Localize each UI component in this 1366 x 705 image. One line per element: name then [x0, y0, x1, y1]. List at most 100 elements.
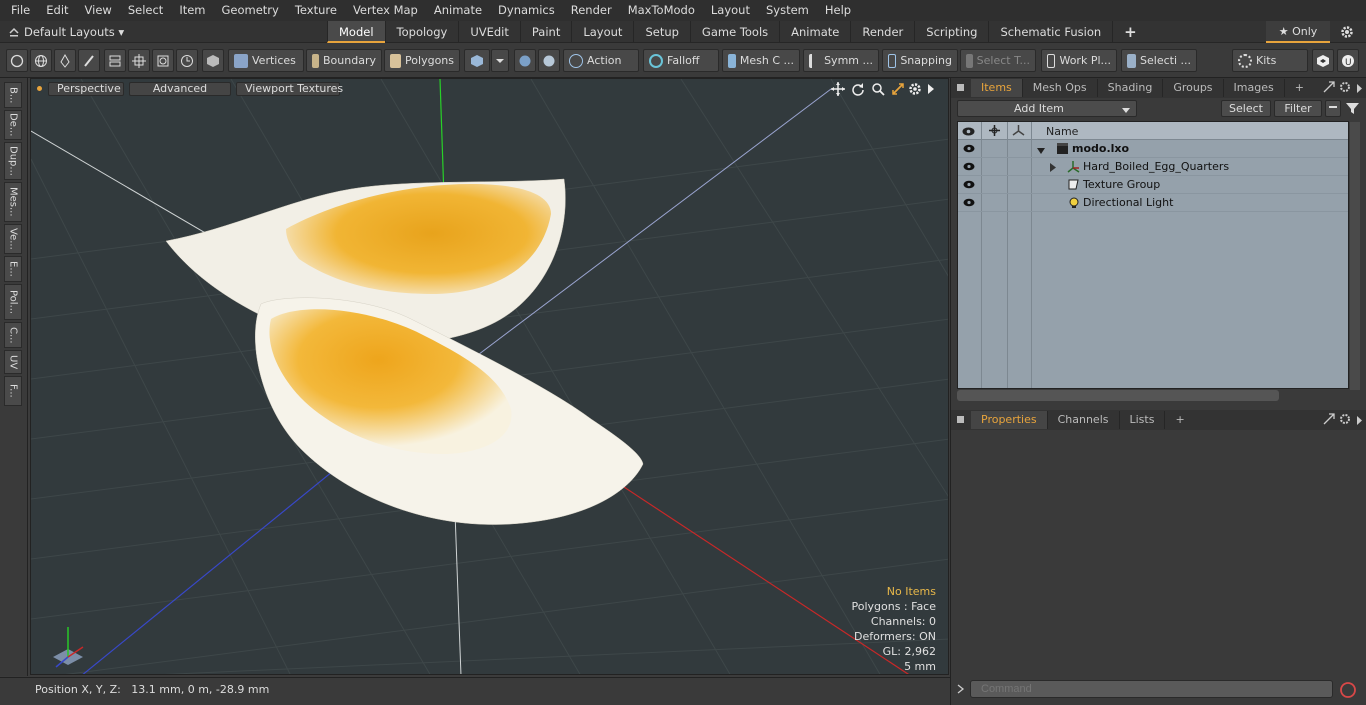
symmetry-sphere-icon[interactable] — [514, 49, 536, 72]
pan-icon[interactable] — [831, 82, 845, 96]
clock-icon[interactable] — [176, 49, 198, 72]
command-input[interactable] — [970, 680, 1333, 698]
tab-render[interactable]: Render — [850, 21, 914, 43]
left-tab-polygon[interactable]: Pol... — [4, 284, 22, 320]
default-layouts-dropdown[interactable]: Default Layouts ▾ — [24, 21, 124, 43]
menu-render[interactable]: Render — [563, 0, 620, 21]
unity-icon[interactable] — [1312, 49, 1334, 72]
tab-properties[interactable]: Properties — [971, 411, 1048, 429]
selection-sets-button[interactable]: Selecti ... — [1121, 49, 1197, 72]
tab-scripting[interactable]: Scripting — [914, 21, 988, 43]
viewport-textures-dropdown[interactable]: Viewport Textures — [236, 82, 343, 96]
menu-select[interactable]: Select — [120, 0, 171, 21]
rotate-view-icon[interactable] — [851, 82, 865, 96]
advanced-shading-dropdown[interactable]: Advanced — [129, 82, 231, 96]
panel-gear-icon[interactable] — [1339, 413, 1351, 425]
panel-arrow-icon[interactable] — [1356, 83, 1363, 93]
tab-layout[interactable]: Layout — [571, 21, 633, 43]
vertices-button[interactable]: Vertices — [228, 49, 304, 72]
align-icon[interactable] — [104, 49, 126, 72]
viewport-settings-gear-icon[interactable] — [908, 82, 922, 96]
menu-texture[interactable]: Texture — [287, 0, 345, 21]
tab-setup[interactable]: Setup — [633, 21, 689, 43]
menu-item[interactable]: Item — [171, 0, 213, 21]
record-macro-icon[interactable] — [1339, 681, 1357, 699]
left-tab-uv[interactable]: UV — [4, 350, 22, 374]
tab-schematic-fusion[interactable]: Schematic Fusion — [988, 21, 1112, 43]
menu-view[interactable]: View — [77, 0, 120, 21]
left-tab-deform[interactable]: De... — [4, 110, 22, 140]
pen-tool-icon[interactable] — [54, 49, 76, 72]
tab-channels[interactable]: Channels — [1048, 411, 1120, 429]
circle-select-icon[interactable] — [6, 49, 28, 72]
horizontal-scrollbar[interactable] — [957, 390, 1279, 401]
menu-file[interactable]: File — [3, 0, 38, 21]
vertical-scrollbar[interactable] — [1350, 122, 1360, 390]
tab-shading[interactable]: Shading — [1098, 79, 1164, 97]
action-center-button[interactable]: Action — [563, 49, 639, 72]
left-tab-vertex[interactable]: Ve... — [4, 224, 22, 254]
falloff-button[interactable]: Falloff — [643, 49, 719, 72]
tab-groups[interactable]: Groups — [1163, 79, 1224, 97]
add-panel-tab-button[interactable]: + — [1285, 79, 1314, 97]
viewport-menu-dot[interactable] — [37, 86, 42, 91]
cube-select-icon[interactable] — [202, 49, 224, 72]
item-mode-icon[interactable] — [464, 49, 490, 72]
panel-maximize-icon[interactable] — [1323, 413, 1335, 425]
list-item-mesh[interactable]: Hard_Boiled_Egg_Quarters — [958, 158, 1348, 176]
menu-system[interactable]: System — [758, 0, 817, 21]
add-item-chevron-down-icon[interactable] — [1121, 105, 1131, 113]
filter-funnel-icon[interactable] — [1346, 102, 1359, 115]
tab-images[interactable]: Images — [1224, 79, 1285, 97]
tab-mesh-ops[interactable]: Mesh Ops — [1023, 79, 1098, 97]
panel-gear-icon[interactable] — [1339, 81, 1351, 93]
tab-lists[interactable]: Lists — [1120, 411, 1166, 429]
panel-arrow-icon[interactable] — [1356, 415, 1363, 425]
zoom-icon[interactable] — [871, 82, 885, 96]
select-through-button[interactable]: Select T... — [960, 49, 1036, 72]
brush-icon[interactable] — [78, 49, 100, 72]
tab-topology[interactable]: Topology — [384, 21, 459, 43]
panel-maximize-icon[interactable] — [1323, 81, 1335, 93]
snapping-button[interactable]: Snapping — [882, 49, 958, 72]
visibility-eye-icon[interactable] — [963, 144, 975, 153]
add-properties-tab-button[interactable]: + — [1165, 411, 1194, 429]
perspective-dropdown[interactable]: Perspective — [48, 82, 124, 96]
name-column-header[interactable]: Name — [1046, 125, 1078, 138]
kits-button[interactable]: Kits — [1232, 49, 1308, 72]
menu-layout[interactable]: Layout — [703, 0, 758, 21]
chevron-down-icon[interactable] — [491, 49, 509, 72]
layout-menu-icon[interactable] — [8, 26, 20, 38]
unreal-icon[interactable]: U — [1337, 49, 1359, 72]
menu-dynamics[interactable]: Dynamics — [490, 0, 563, 21]
list-item-scene[interactable]: modo.lxo — [958, 140, 1348, 158]
menu-help[interactable]: Help — [817, 0, 859, 21]
boundary-button[interactable]: Boundary — [306, 49, 382, 72]
3d-viewport[interactable]: Perspective Advanced Viewport Textures N… — [30, 78, 949, 675]
viewport-expand-arrow-icon[interactable] — [927, 84, 935, 94]
transform-icon[interactable] — [128, 49, 150, 72]
collapse-button[interactable] — [1325, 100, 1341, 117]
tab-uvedit[interactable]: UVEdit — [458, 21, 520, 43]
left-tab-duplicate[interactable]: Dup... — [4, 142, 22, 180]
left-tab-fusion[interactable]: F... — [4, 376, 22, 406]
expand-triangle-icon[interactable] — [1049, 162, 1057, 175]
left-tab-basic[interactable]: B... — [4, 82, 22, 108]
tab-game-tools[interactable]: Game Tools — [689, 21, 779, 43]
panel-menu-icon[interactable] — [957, 84, 964, 91]
tab-model[interactable]: Model — [327, 21, 385, 43]
visibility-eye-icon[interactable] — [963, 180, 975, 189]
tab-animate[interactable]: Animate — [779, 21, 850, 43]
symmetry-button[interactable]: Symm ... — [803, 49, 879, 72]
filter-button[interactable]: Filter — [1274, 100, 1322, 117]
left-tab-curve[interactable]: C... — [4, 322, 22, 348]
only-toggle[interactable]: ★ Only — [1266, 21, 1330, 43]
list-item-texture-group[interactable]: Texture Group — [958, 176, 1348, 194]
gear-icon[interactable] — [1340, 25, 1354, 39]
left-tab-mesh-edit[interactable]: Mes... — [4, 182, 22, 222]
mesh-constraint-button[interactable]: Mesh C ... — [722, 49, 800, 72]
collapse-triangle-icon[interactable] — [1037, 145, 1045, 158]
menu-geometry[interactable]: Geometry — [214, 0, 287, 21]
menu-maxtomodo[interactable]: MaxToModo — [620, 0, 703, 21]
menu-animate[interactable]: Animate — [426, 0, 490, 21]
